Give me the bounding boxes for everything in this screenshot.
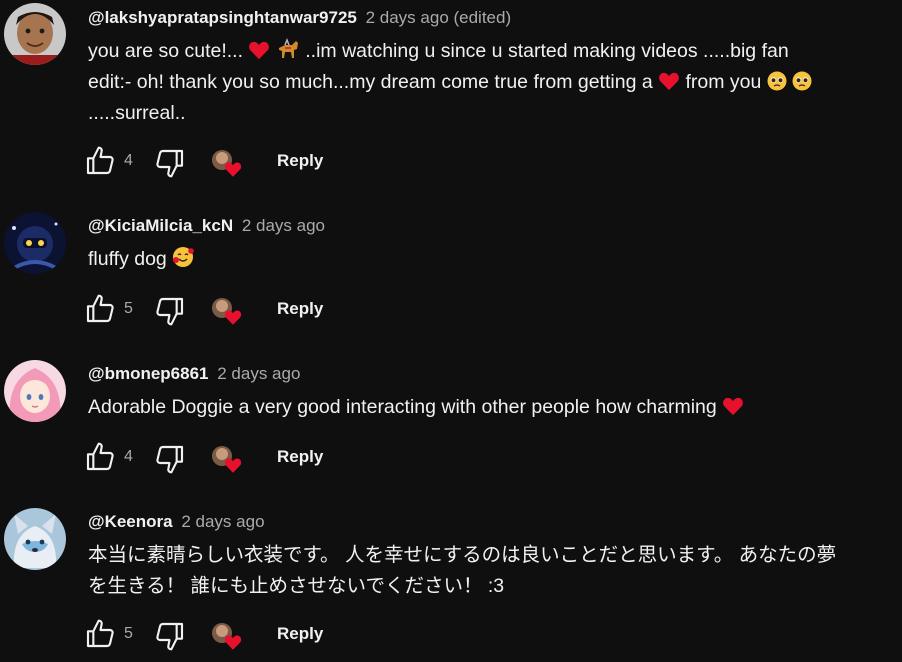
guide-dog-emoji [278, 38, 298, 58]
reply-button[interactable]: Reply [277, 624, 323, 644]
comment-text: fluffy dog [88, 244, 900, 275]
comment-timestamp[interactable]: 2 days ago (edited) [366, 8, 512, 27]
red-heart-emoji [248, 40, 270, 60]
comment-author[interactable]: @lakshyapratapsinghtanwar9725 [88, 8, 357, 27]
like-count: 4 [124, 448, 133, 465]
avatar[interactable] [4, 360, 66, 422]
pleading-face-emoji [767, 71, 787, 91]
like-count: 5 [124, 625, 133, 642]
thumb-up-icon[interactable] [84, 441, 116, 473]
creator-heart-icon[interactable] [210, 622, 244, 652]
comment-timestamp[interactable]: 2 days ago [217, 364, 300, 383]
avatar[interactable] [4, 212, 66, 274]
thumb-down-icon[interactable] [154, 443, 186, 475]
comment-author[interactable]: @Keenora [88, 512, 173, 531]
like-count: 4 [124, 152, 133, 169]
thumb-up-icon[interactable] [84, 618, 116, 650]
comment-text: you are so cute!... ..im watching u sinc… [88, 36, 900, 129]
comment-author[interactable]: @KiciaMilcia_kcN [88, 216, 233, 235]
smiling-face-with-hearts-emoji [173, 247, 195, 267]
comment-timestamp[interactable]: 2 days ago [181, 512, 264, 531]
thumb-up-icon[interactable] [84, 145, 116, 177]
comment-text: 本当に素晴らしい衣装です。 人を幸せにするのは良いことだと思います。 あなたの夢… [88, 544, 837, 597]
creator-heart-icon[interactable] [210, 149, 244, 179]
red-heart-emoji [722, 396, 744, 416]
comment-timestamp[interactable]: 2 days ago [242, 216, 325, 235]
reply-button[interactable]: Reply [277, 447, 323, 467]
pleading-face-emoji [792, 71, 812, 91]
red-heart-emoji [658, 71, 680, 91]
thumb-down-icon[interactable] [154, 620, 186, 652]
reply-button[interactable]: Reply [277, 151, 323, 171]
creator-heart-icon[interactable] [210, 297, 244, 327]
thumb-up-icon[interactable] [84, 293, 116, 325]
thumb-down-icon[interactable] [154, 147, 186, 179]
avatar[interactable] [4, 508, 66, 570]
avatar[interactable] [4, 3, 66, 65]
like-count: 5 [124, 300, 133, 317]
reply-button[interactable]: Reply [277, 299, 323, 319]
comment-author[interactable]: @bmonep6861 [88, 364, 209, 383]
thumb-down-icon[interactable] [154, 295, 186, 327]
comment-text: Adorable Doggie a very good interacting … [88, 392, 900, 423]
creator-heart-icon[interactable] [210, 445, 244, 475]
